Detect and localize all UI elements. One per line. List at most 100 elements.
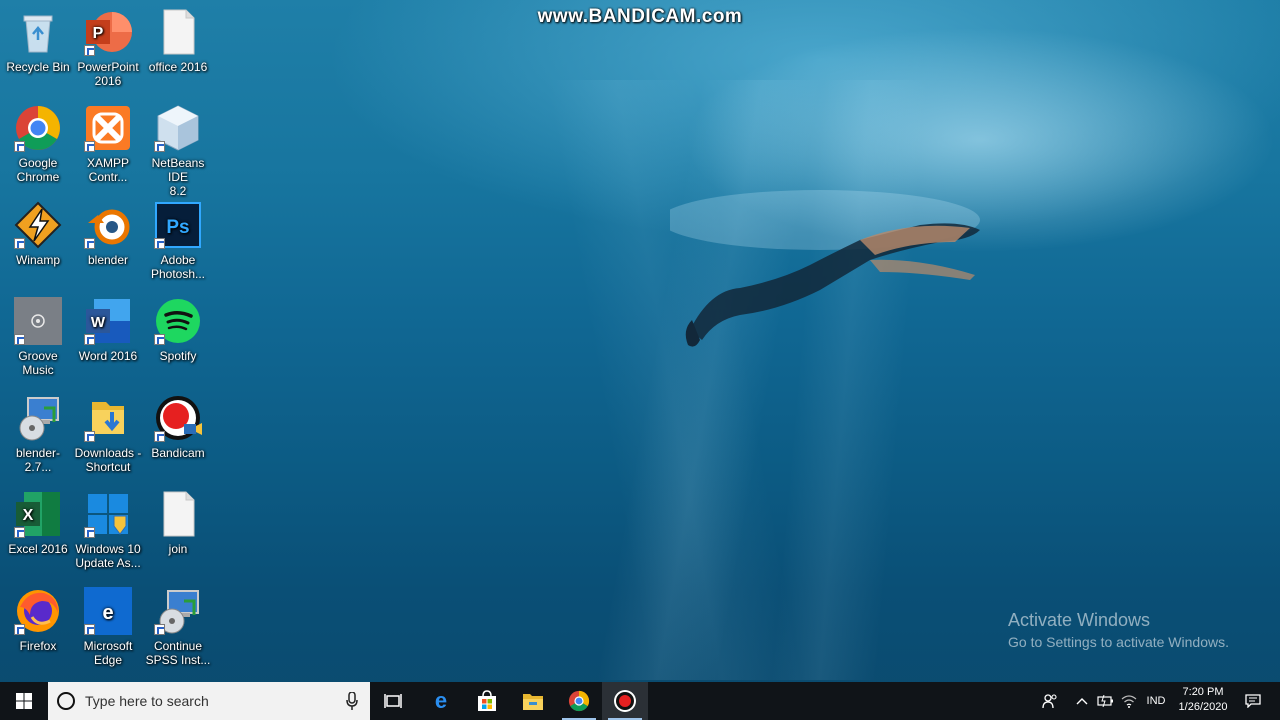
desktop-icon-downloads-shortcut[interactable]: Downloads - Shortcut xyxy=(73,394,143,474)
store-icon xyxy=(478,690,496,711)
desktop-icon-blender[interactable]: blender xyxy=(73,201,143,267)
desktop[interactable]: www.BANDICAM.com Activate Windows Go to … xyxy=(0,0,1280,720)
desktop-icon-powerpoint-2016[interactable]: P PowerPoint 2016 xyxy=(73,8,143,88)
desktop-icon-netbeans[interactable]: NetBeans IDE 8.2 xyxy=(143,104,213,198)
shortcut-arrow-icon xyxy=(14,624,25,635)
desktop-icon-blender-installer[interactable]: blender-2.7... xyxy=(3,394,73,474)
notifications-icon xyxy=(1245,694,1261,708)
people-button[interactable] xyxy=(1036,682,1064,720)
shortcut-arrow-icon xyxy=(84,431,95,442)
desktop-icon-join[interactable]: join xyxy=(143,490,213,556)
powerpoint-icon: P xyxy=(84,8,132,56)
cortana-circle-icon xyxy=(57,692,75,710)
icon-label: 2016 xyxy=(94,74,122,88)
svg-text:e: e xyxy=(102,602,113,624)
icon-label: Word 2016 xyxy=(78,349,138,363)
desktop-icon-adobe-photoshop[interactable]: Ps Adobe Photosh... xyxy=(143,201,213,281)
battery-icon xyxy=(1097,695,1113,707)
icon-label: NetBeans IDE xyxy=(151,156,205,184)
downloads-folder-icon xyxy=(84,394,132,442)
shortcut-arrow-icon xyxy=(84,334,95,345)
spotify-icon xyxy=(154,297,202,345)
activate-title: Activate Windows xyxy=(1008,610,1151,630)
svg-text:W: W xyxy=(91,314,106,331)
icon-label: Firefox xyxy=(19,639,57,653)
firefox-icon xyxy=(14,587,62,635)
task-view-icon xyxy=(384,694,402,708)
svg-text:X: X xyxy=(23,507,34,524)
light-rays xyxy=(300,80,1200,680)
windows-update-icon xyxy=(84,490,132,538)
taskbar-store-button[interactable] xyxy=(464,682,510,720)
icon-label: XAMPP xyxy=(86,156,129,170)
desktop-icon-firefox[interactable]: Firefox xyxy=(3,587,73,653)
desktop-icon-spotify[interactable]: Spotify xyxy=(143,297,213,363)
desktop-icon-continue-spss-install[interactable]: Continue SPSS Inst... xyxy=(143,587,213,667)
icon-label: blender-2.7... xyxy=(15,446,61,474)
network-button[interactable] xyxy=(1118,682,1140,720)
icon-label: Microsoft xyxy=(83,639,133,653)
bandicam-icon xyxy=(614,690,636,712)
activate-subtitle: Go to Settings to activate Windows. xyxy=(1008,634,1229,650)
document-icon xyxy=(154,490,202,538)
shortcut-arrow-icon xyxy=(154,431,165,442)
desktop-icon-word-2016[interactable]: W Word 2016 xyxy=(73,297,143,363)
icon-label: Spotify xyxy=(159,349,197,363)
word-icon: W xyxy=(84,297,132,345)
desktop-icon-groove-music[interactable]: Groove Music xyxy=(3,297,73,377)
taskbar-file-explorer-button[interactable] xyxy=(510,682,556,720)
windows-logo-icon xyxy=(16,693,32,709)
shortcut-arrow-icon xyxy=(84,45,95,56)
edge-icon: e xyxy=(84,587,132,635)
people-icon xyxy=(1042,694,1057,709)
start-button[interactable] xyxy=(0,682,48,720)
taskbar-edge-button[interactable]: e xyxy=(418,682,464,720)
winamp-icon xyxy=(14,201,62,249)
icon-label: Excel 2016 xyxy=(8,542,68,556)
icon-label: Downloads - xyxy=(74,446,142,460)
groove-music-icon xyxy=(14,297,62,345)
desktop-icon-excel-2016[interactable]: X Excel 2016 xyxy=(3,490,73,556)
taskbar-clock[interactable]: 7:20 PM 1/26/2020 xyxy=(1170,685,1236,715)
desktop-icon-microsoft-edge[interactable]: e Microsoft Edge xyxy=(73,587,143,667)
icon-label: Music xyxy=(22,363,54,377)
desktop-icon-recycle-bin[interactable]: Recycle Bin xyxy=(3,8,73,74)
shortcut-arrow-icon xyxy=(154,334,165,345)
desktop-icon-xampp[interactable]: XAMPP Contr... xyxy=(73,104,143,184)
bandicam-icon xyxy=(154,394,202,442)
icon-label: Continue xyxy=(153,639,203,653)
task-view-button[interactable] xyxy=(370,682,416,720)
desktop-icon-winamp[interactable]: Winamp xyxy=(3,201,73,267)
icon-label: Contr... xyxy=(88,170,128,184)
shortcut-arrow-icon xyxy=(154,624,165,635)
blender-icon xyxy=(84,201,132,249)
action-center-button[interactable] xyxy=(1238,682,1268,720)
desktop-icon-windows-10-update-assistant[interactable]: Windows 10 Update As... xyxy=(73,490,143,570)
taskbar-bandicam-button[interactable] xyxy=(602,682,648,720)
desktop-icon-google-chrome[interactable]: Google Chrome xyxy=(3,104,73,184)
taskbar-search-box[interactable]: Type here to search xyxy=(48,682,370,720)
microphone-icon[interactable] xyxy=(346,692,358,710)
show-hidden-icons-button[interactable] xyxy=(1070,682,1094,720)
shortcut-arrow-icon xyxy=(14,334,25,345)
netbeans-icon xyxy=(154,104,202,152)
document-icon xyxy=(154,8,202,56)
svg-text:e: e xyxy=(435,690,447,712)
svg-text:P: P xyxy=(93,25,104,42)
installer-icon xyxy=(14,394,62,442)
taskbar-chrome-button[interactable] xyxy=(556,682,602,720)
icon-label: blender xyxy=(87,253,129,267)
icon-label: 8.2 xyxy=(169,184,187,198)
search-placeholder: Type here to search xyxy=(85,693,209,709)
chrome-icon xyxy=(14,104,62,152)
input-language-indicator[interactable]: IND xyxy=(1142,682,1170,720)
recycle-bin-icon xyxy=(14,8,62,56)
desktop-icon-bandicam[interactable]: Bandicam xyxy=(143,394,213,460)
desktop-icon-office-2016[interactable]: office 2016 xyxy=(143,8,213,74)
clock-date: 1/26/2020 xyxy=(1178,701,1228,713)
installer-icon xyxy=(154,587,202,635)
shortcut-arrow-icon xyxy=(14,527,25,538)
wifi-icon xyxy=(1121,695,1137,708)
svg-text:Ps: Ps xyxy=(166,217,189,238)
battery-button[interactable] xyxy=(1095,682,1117,720)
